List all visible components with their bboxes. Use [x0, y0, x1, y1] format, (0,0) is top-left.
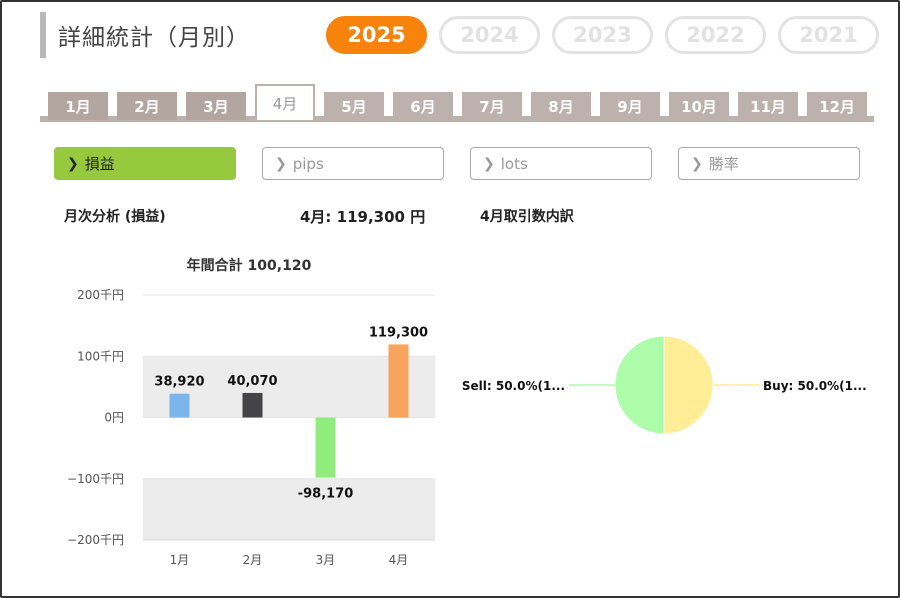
year-button-2024[interactable]: 2024	[439, 16, 540, 54]
tab-month-9[interactable]: 9月	[600, 92, 660, 120]
metric-label: pips	[292, 154, 324, 173]
tab-month-4[interactable]: 4月	[255, 84, 315, 120]
x-tick-label: 2月	[243, 553, 263, 567]
month-total: 4月: 119,300 円	[300, 208, 426, 226]
month-tabs: 1月 2月 3月 4月 5月 6月 7月 8月 9月 10月 11月 12月	[48, 84, 874, 122]
y-tick-label: −100千円	[67, 472, 124, 486]
metric-label: 損益	[84, 155, 115, 173]
year-button-2022[interactable]: 2022	[665, 16, 766, 54]
year-button-2025[interactable]: 2025	[326, 16, 427, 54]
pie-label: Buy: 50.0%(1...	[763, 379, 867, 393]
year-button-2021[interactable]: 2021	[778, 16, 879, 54]
monthly-profit-bar-chart: 200千円 100千円 0円 −100千円 −200千円 年間合計 100,120 38,9…	[67, 257, 435, 567]
grid-band	[143, 478, 435, 540]
page-title: 詳細統計（月別）	[58, 25, 250, 51]
bar	[242, 392, 263, 418]
pie-label: Sell: 50.0%(1...	[462, 379, 565, 393]
tab-month-3[interactable]: 3月	[186, 92, 246, 120]
breakdown-label: 4月取引数内訳	[480, 209, 574, 225]
tab-month-11[interactable]: 11月	[738, 92, 798, 120]
bar-value-label: 40,070	[227, 374, 277, 389]
tab-month-2[interactable]: 2月	[117, 92, 177, 120]
pie-slice	[663, 335, 714, 435]
bar-value-label: -98,170	[298, 487, 354, 502]
metric-button-pips[interactable]: ❯ pips	[262, 147, 444, 180]
chevron-right-icon: ❯	[67, 155, 79, 172]
tab-month-5[interactable]: 5月	[324, 92, 384, 120]
y-tick-label: 200千円	[77, 288, 124, 302]
tab-month-8[interactable]: 8月	[531, 92, 591, 120]
tab-month-7[interactable]: 7月	[462, 92, 522, 120]
bar	[315, 417, 336, 478]
bar-value-label: 38,920	[154, 375, 204, 390]
x-tick-label: 4月	[389, 553, 409, 567]
y-tick-label: −200千円	[67, 533, 124, 547]
bar	[169, 393, 190, 418]
bar	[388, 344, 409, 418]
tab-month-10[interactable]: 10月	[669, 92, 729, 120]
x-tick-label: 1月	[170, 553, 190, 567]
chevron-right-icon: ❯	[483, 155, 495, 172]
tab-month-12[interactable]: 12月	[807, 92, 867, 120]
metric-button-winrate[interactable]: ❯ 勝率	[678, 147, 860, 180]
bar-value-label: 119,300	[369, 325, 428, 340]
metric-label: lots	[500, 154, 528, 173]
y-tick-label: 100千円	[77, 349, 124, 363]
metric-button-lots[interactable]: ❯ lots	[470, 147, 652, 180]
year-button-2023[interactable]: 2023	[552, 16, 653, 54]
year-selector: 2025 2024 2023 2022 2021	[326, 16, 879, 54]
pie-slice	[614, 335, 665, 435]
tab-month-1[interactable]: 1月	[48, 92, 108, 120]
metric-label: 勝率	[708, 155, 739, 173]
chevron-right-icon: ❯	[691, 155, 703, 172]
metric-button-profit[interactable]: ❯ 損益	[54, 147, 236, 180]
trade-breakdown-pie-chart: Sell: 50.0%(1... Buy: 50.0%(1...	[462, 335, 867, 435]
title-accent-bar	[40, 12, 46, 58]
x-tick-label: 3月	[316, 553, 336, 567]
chart-title: 年間合計 100,120	[187, 257, 312, 274]
y-tick-label: 0円	[104, 411, 124, 425]
tab-month-6[interactable]: 6月	[393, 92, 453, 120]
section-label: 月次分析 (損益)	[64, 209, 166, 225]
chevron-right-icon: ❯	[275, 155, 287, 172]
